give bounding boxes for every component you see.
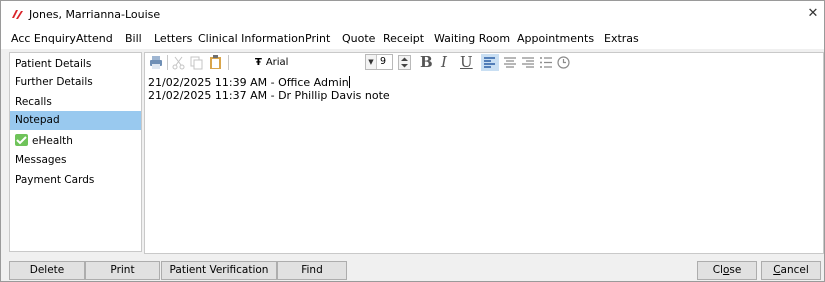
font-size-value: 9 — [380, 56, 387, 67]
align-left-icon[interactable] — [481, 54, 499, 71]
toolbar-divider — [167, 55, 168, 70]
formatting-toolbar: Ŧ Arial ▼ 9 B I U — [145, 53, 823, 72]
menu-receipt[interactable]: Receipt — [383, 32, 424, 45]
bold-button[interactable]: B — [420, 53, 433, 72]
cancel-label-mnemonic: C — [773, 264, 781, 276]
sidebar-item-label: eHealth — [32, 135, 73, 147]
patient-verification-button[interactable]: Patient Verification — [161, 261, 277, 280]
sidebar-item-label: Payment Cards — [15, 174, 95, 186]
sidebar-item-label: Patient Details — [15, 58, 92, 70]
print-icon[interactable] — [149, 54, 163, 71]
menu-appointments[interactable]: Appointments — [517, 32, 594, 45]
menu-acc-enquiry[interactable]: Acc Enquiry — [11, 32, 76, 45]
note-line: 21/02/2025 11:39 AM - Office Admin — [148, 76, 818, 89]
sidebar-item-ehealth[interactable]: eHealth — [10, 132, 141, 151]
sidebar-item-notepad[interactable]: Notepad — [10, 111, 141, 130]
underline-button[interactable]: U — [460, 53, 473, 72]
menu-bill[interactable]: Bill — [125, 32, 142, 45]
paste-icon[interactable] — [209, 54, 223, 71]
note-text-area[interactable]: 21/02/2025 11:39 AM - Office Admin 21/02… — [148, 76, 818, 102]
sidebar-item-patient-details[interactable]: Patient Details — [10, 55, 141, 74]
cancel-label: ancel — [780, 264, 809, 276]
chevron-down-icon: ▼ — [366, 55, 377, 69]
notepad-editor: Ŧ Arial ▼ 9 B I U 21/02/2025 11:39 AM - … — [144, 52, 824, 254]
window-title: Jones, Marrianna-Louise — [29, 8, 161, 21]
font-select[interactable]: Ŧ Arial — [253, 54, 359, 71]
sidebar-item-label: Notepad — [15, 114, 60, 126]
close-button[interactable]: Close — [697, 261, 757, 280]
align-right-icon[interactable] — [520, 54, 536, 71]
sidebar-item-messages[interactable]: Messages — [10, 151, 141, 170]
sidebar-item-label: Messages — [15, 154, 67, 166]
cut-icon[interactable] — [172, 54, 185, 71]
sidebar-item-further-details[interactable]: Further Details — [10, 73, 141, 92]
app-logo-icon — [11, 9, 24, 20]
copy-icon[interactable] — [190, 54, 204, 71]
title-bar: Jones, Marrianna-Louise ✕ — [1, 1, 824, 29]
toolbar-divider — [228, 55, 229, 70]
sidebar-item-payment-cards[interactable]: Payment Cards — [10, 171, 141, 190]
note-text: 21/02/2025 11:39 AM - Office Admin — [148, 76, 349, 89]
sidebar-item-label: Further Details — [15, 76, 93, 88]
cancel-button[interactable]: Cancel — [761, 261, 821, 280]
menu-extras[interactable]: Extras — [604, 32, 639, 45]
check-icon — [15, 134, 28, 146]
menu-print[interactable]: Print — [305, 32, 330, 45]
sidebar-item-label: Recalls — [15, 96, 52, 108]
align-center-icon[interactable] — [502, 54, 518, 71]
find-button[interactable]: Find — [277, 261, 347, 280]
italic-button[interactable]: I — [441, 53, 447, 72]
clock-icon[interactable] — [556, 54, 571, 71]
sidebar-item-recalls[interactable]: Recalls — [10, 93, 141, 112]
font-name: Arial — [265, 57, 289, 68]
close-icon[interactable]: ✕ — [806, 6, 820, 22]
note-line: 21/02/2025 11:37 AM - Dr Phillip Davis n… — [148, 89, 818, 102]
delete-button[interactable]: Delete — [9, 261, 85, 280]
print-button[interactable]: Print — [85, 261, 160, 280]
close-label-rest: se — [729, 264, 742, 276]
menu-quote[interactable]: Quote — [342, 32, 375, 45]
close-label: Cl — [712, 264, 723, 276]
font-size-select[interactable]: ▼ 9 — [365, 54, 393, 70]
menu-attend[interactable]: Attend — [76, 32, 113, 45]
sidebar: Patient Details Further Details Recalls … — [9, 52, 142, 252]
patient-window: Jones, Marrianna-Louise ✕ Acc Enquiry At… — [0, 0, 825, 282]
font-type-icon: Ŧ — [255, 57, 262, 68]
menu-letters[interactable]: Letters — [154, 32, 192, 45]
menu-waiting-room[interactable]: Waiting Room — [434, 32, 510, 45]
note-text: 21/02/2025 11:37 AM - Dr Phillip Davis n… — [148, 89, 390, 102]
menu-clinical-information[interactable]: Clinical Information — [198, 32, 305, 45]
font-size-spinner[interactable] — [398, 54, 411, 71]
menu-bar: Acc Enquiry Attend Bill Letters Clinical… — [1, 29, 824, 49]
bullet-list-icon[interactable] — [538, 54, 554, 71]
text-caret — [348, 76, 350, 88]
